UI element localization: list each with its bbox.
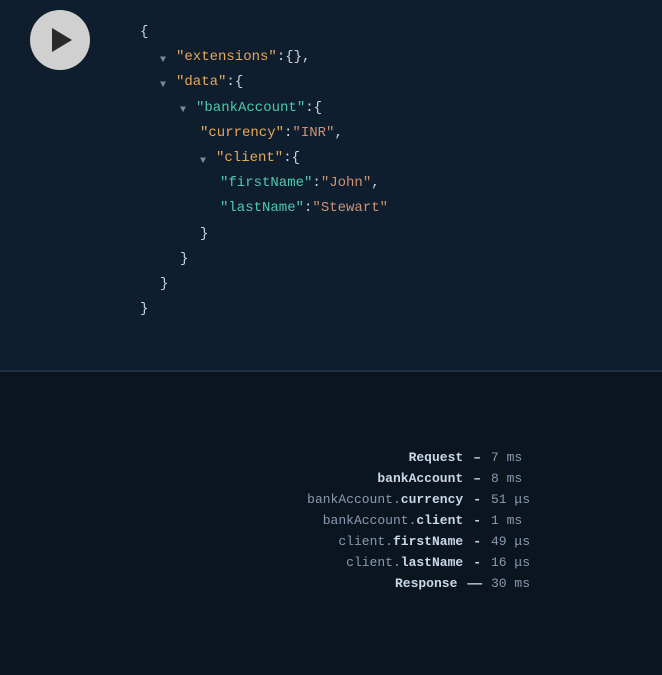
timing-row-request: Request – 7 ms bbox=[121, 450, 541, 465]
timing-value: 30 ms bbox=[491, 576, 541, 591]
json-key: "client" bbox=[216, 146, 283, 171]
timing-value: 51 μs bbox=[491, 492, 541, 507]
timing-row-response: Response —— 30 ms bbox=[121, 576, 541, 591]
json-value: "INR" bbox=[292, 121, 334, 146]
timing-panel: Request – 7 ms bankAccount – 8 ms bankAc… bbox=[0, 372, 662, 675]
json-line: "firstName" : "John" , bbox=[220, 171, 388, 196]
json-line: } bbox=[160, 272, 388, 297]
timing-value: 7 ms bbox=[491, 450, 541, 465]
timing-label: Response bbox=[257, 576, 457, 591]
timing-separator: – bbox=[473, 450, 481, 465]
json-line: "lastName" : "Stewart" bbox=[220, 196, 388, 221]
json-key: "extensions" bbox=[176, 45, 277, 70]
timing-value: 8 ms bbox=[491, 471, 541, 486]
timing-separator: - bbox=[473, 492, 481, 507]
json-line: ▼ "extensions" : {}, bbox=[160, 45, 388, 70]
play-button-container[interactable] bbox=[30, 10, 90, 70]
timing-separator: - bbox=[473, 534, 481, 549]
json-line: "currency" : "INR" , bbox=[200, 121, 388, 146]
timing-label: client.firstName bbox=[263, 534, 463, 549]
timing-label: client.lastName bbox=[263, 555, 463, 570]
json-key: "currency" bbox=[200, 121, 284, 146]
timing-row-lastname: client.lastName - 16 μs bbox=[121, 555, 541, 570]
timing-separator: —— bbox=[467, 576, 481, 591]
json-key: "firstName" bbox=[220, 171, 312, 196]
json-value: "John" bbox=[321, 171, 371, 196]
json-content: { ▼ "extensions" : {}, ▼ "data" : { ▼ "b… bbox=[140, 10, 388, 322]
json-line: ▼ "data" : { bbox=[160, 70, 388, 95]
timing-separator: - bbox=[473, 555, 481, 570]
timing-label: bankAccount bbox=[263, 471, 463, 486]
json-line: { bbox=[140, 20, 388, 45]
timing-row-client: bankAccount.client - 1 ms bbox=[121, 513, 541, 528]
play-icon bbox=[52, 28, 72, 52]
timing-value: 1 ms bbox=[491, 513, 541, 528]
timing-row-bankaccount: bankAccount – 8 ms bbox=[121, 471, 541, 486]
json-key: "data" bbox=[176, 70, 226, 95]
timing-row-currency: bankAccount.currency - 51 μs bbox=[121, 492, 541, 507]
json-line: ▼ "client" : { bbox=[200, 146, 388, 171]
json-panel: { ▼ "extensions" : {}, ▼ "data" : { ▼ "b… bbox=[0, 0, 662, 370]
timing-separator: – bbox=[473, 471, 481, 486]
brace: { bbox=[140, 20, 148, 45]
collapse-icon: ▼ bbox=[160, 77, 172, 89]
collapse-icon: ▼ bbox=[180, 102, 192, 114]
timing-label: bankAccount.currency bbox=[263, 492, 463, 507]
timing-table: Request – 7 ms bankAccount – 8 ms bankAc… bbox=[121, 450, 541, 597]
timing-value: 49 μs bbox=[491, 534, 541, 549]
json-line: } bbox=[140, 297, 388, 322]
json-value: "Stewart" bbox=[312, 196, 388, 221]
json-key: "bankAccount" bbox=[196, 96, 305, 121]
json-line: ▼ "bankAccount" : { bbox=[180, 96, 388, 121]
json-line: } bbox=[200, 222, 388, 247]
timing-separator: - bbox=[473, 513, 481, 528]
collapse-icon: ▼ bbox=[200, 153, 212, 165]
timing-label: bankAccount.client bbox=[263, 513, 463, 528]
timing-value: 16 μs bbox=[491, 555, 541, 570]
play-button[interactable] bbox=[30, 10, 90, 70]
timing-row-firstname: client.firstName - 49 μs bbox=[121, 534, 541, 549]
collapse-icon: ▼ bbox=[160, 52, 172, 64]
timing-label: Request bbox=[263, 450, 463, 465]
json-key: "lastName" bbox=[220, 196, 304, 221]
json-line: } bbox=[180, 247, 388, 272]
